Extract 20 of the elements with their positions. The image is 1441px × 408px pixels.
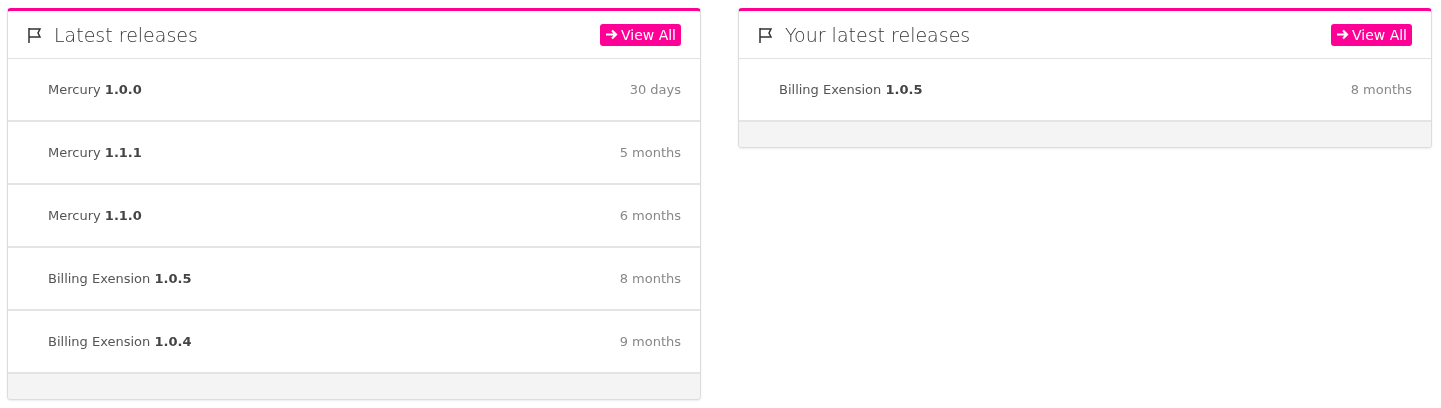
view-all-button[interactable]: View All bbox=[1330, 23, 1412, 46]
flag-icon bbox=[26, 25, 44, 44]
arrow-icon bbox=[604, 28, 618, 41]
release-name[interactable]: Mercury 1.1.1 bbox=[48, 145, 142, 160]
release-name[interactable]: Billing Exension 1.0.5 bbox=[48, 271, 192, 286]
release-age: 9 months bbox=[619, 334, 681, 349]
view-all-button[interactable]: View All bbox=[599, 23, 681, 46]
release-name[interactable]: Mercury 1.1.0 bbox=[48, 208, 142, 223]
release-age: 5 months bbox=[619, 145, 681, 160]
arrow-icon bbox=[1335, 28, 1349, 41]
release-name[interactable]: Mercury 1.0.0 bbox=[48, 82, 142, 97]
release-name[interactable]: Billing Exension 1.0.5 bbox=[779, 82, 923, 97]
release-age: 6 months bbox=[619, 208, 681, 223]
flag-icon bbox=[757, 25, 775, 44]
panel-title: Your latest releases bbox=[785, 23, 972, 46]
release-age: 30 days bbox=[629, 82, 681, 97]
release-name[interactable]: Billing Exension 1.0.4 bbox=[48, 334, 192, 349]
panel-title: Latest releases bbox=[54, 23, 199, 46]
release-age: 8 months bbox=[619, 271, 681, 286]
release-age: 8 months bbox=[1350, 82, 1412, 97]
